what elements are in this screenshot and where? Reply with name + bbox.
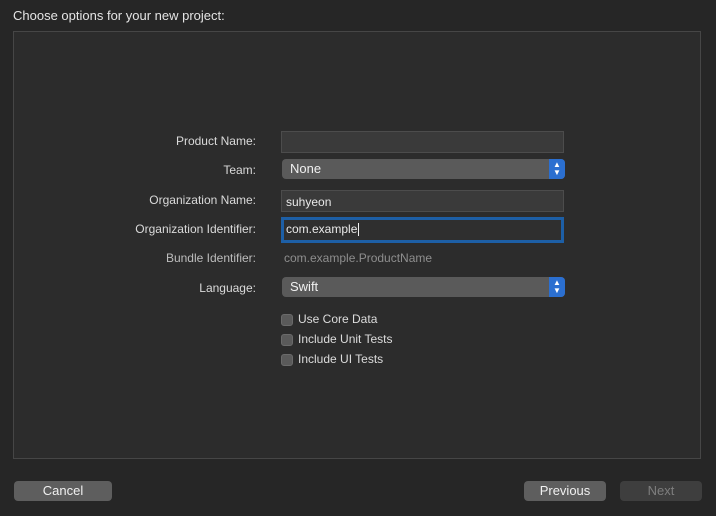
checkbox-box[interactable] [281,334,293,346]
bundle-identifier-row: Bundle Identifier: com.example.ProductNa… [14,248,700,270]
bundle-identifier-value: com.example.ProductName [284,251,433,265]
cancel-button[interactable]: Cancel [14,481,112,501]
organization-name-label: Organization Name: [149,193,256,207]
organization-identifier-field[interactable]: com.example [281,217,564,243]
text-caret [358,223,360,237]
include-ui-tests-checkbox[interactable]: Include UI Tests [281,352,383,368]
use-core-data-checkbox[interactable]: Use Core Data [281,312,377,328]
product-name-label: Product Name: [175,134,256,148]
team-popup[interactable]: None ▲ ▼ [282,159,565,179]
previous-button[interactable]: Previous [524,481,606,501]
chevron-up-down-icon: ▲ ▼ [549,277,565,297]
chevron-up-down-icon: ▲ ▼ [549,159,565,179]
language-popup[interactable]: Swift ▲ ▼ [282,277,565,297]
options-panel: Product Name: Team: None ▲ ▼ Organization… [13,31,701,459]
team-value: None [290,161,322,176]
language-row: Language: Swift ▲ ▼ [14,277,700,299]
next-button[interactable]: Next [620,481,702,501]
checkbox-box[interactable] [281,314,293,326]
include-ui-tests-label: Include UI Tests [298,352,384,366]
organization-identifier-value: com.example [286,222,358,236]
product-name-row: Product Name: [14,131,700,153]
product-name-field[interactable] [281,131,564,153]
bundle-identifier-label: Bundle Identifier: [165,251,256,265]
organization-name-field[interactable]: suhyeon [281,190,564,212]
checkbox-box[interactable] [281,354,293,366]
organization-identifier-label: Organization Identifier: [135,222,256,236]
organization-name-row: Organization Name: suhyeon [14,190,700,212]
include-unit-tests-checkbox[interactable]: Include Unit Tests [281,332,393,348]
organization-identifier-row: Organization Identifier: com.example [14,217,700,243]
language-label: Language: [199,281,256,295]
team-row: Team: None ▲ ▼ [14,159,700,181]
include-unit-tests-label: Include Unit Tests [298,332,393,346]
team-label: Team: [223,163,256,177]
language-value: Swift [290,279,319,294]
dialog-title: Choose options for your new project: [13,8,225,23]
use-core-data-label: Use Core Data [298,312,378,326]
